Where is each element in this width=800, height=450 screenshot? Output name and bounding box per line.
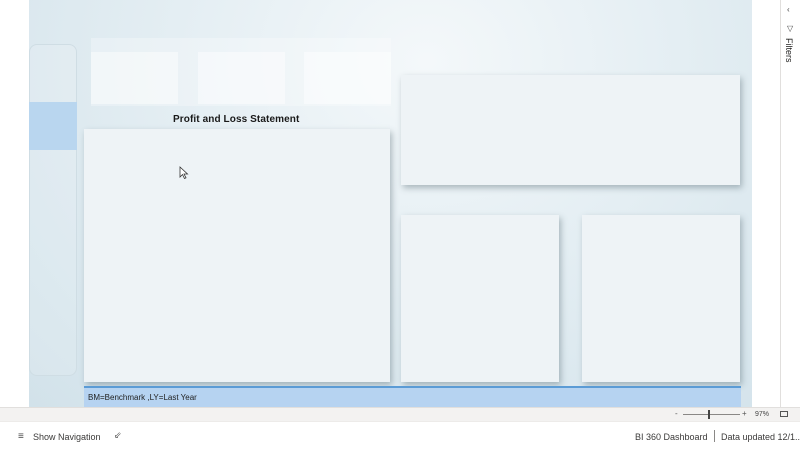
top-right-visual[interactable] bbox=[401, 75, 740, 185]
fit-to-page-icon[interactable] bbox=[780, 411, 788, 417]
collapse-arrows-icon[interactable]: ⇙ bbox=[114, 430, 122, 441]
kpi-card[interactable] bbox=[304, 52, 391, 104]
zoom-slider-thumb[interactable] bbox=[708, 410, 710, 419]
filters-label[interactable]: Filters bbox=[784, 38, 794, 63]
zoom-slider-track[interactable] bbox=[683, 414, 740, 415]
profit-loss-title: Profit and Loss Statement bbox=[173, 114, 300, 125]
filter-funnel-icon: ▽ bbox=[787, 24, 794, 33]
page-navigation-rail bbox=[29, 44, 77, 376]
filters-pane[interactable]: ‹ ▽ Filters bbox=[780, 0, 800, 407]
footnote-bar: BM=Benchmark ,LY=Last Year bbox=[84, 386, 741, 407]
bottom-middle-visual[interactable] bbox=[401, 215, 559, 382]
hamburger-menu-icon[interactable]: ≡ bbox=[18, 431, 24, 442]
mouse-cursor-icon bbox=[179, 166, 189, 179]
page-navigation-active-item[interactable] bbox=[29, 102, 77, 150]
zoom-in-button[interactable]: + bbox=[742, 408, 747, 420]
dashboard-name: BI 360 Dashboard bbox=[635, 432, 708, 442]
profit-loss-visual[interactable] bbox=[84, 129, 390, 382]
data-updated-text: Data updated 12/1... bbox=[721, 432, 800, 442]
zoom-out-button[interactable]: - bbox=[675, 408, 678, 420]
chevron-left-icon[interactable]: ‹ bbox=[787, 5, 790, 14]
zoom-bar: - + 97% bbox=[0, 407, 800, 421]
canvas-right-margin bbox=[752, 0, 780, 407]
show-navigation-button[interactable]: Show Navigation bbox=[33, 432, 101, 442]
zoom-level: 97% bbox=[755, 411, 770, 418]
kpi-card[interactable] bbox=[91, 52, 178, 104]
status-bar: ≡ Show Navigation ⇙ BI 360 Dashboard Dat… bbox=[0, 421, 800, 450]
status-divider bbox=[714, 430, 715, 442]
left-gutter bbox=[0, 0, 29, 407]
kpi-card[interactable] bbox=[198, 52, 285, 104]
bottom-right-visual[interactable] bbox=[582, 215, 740, 382]
